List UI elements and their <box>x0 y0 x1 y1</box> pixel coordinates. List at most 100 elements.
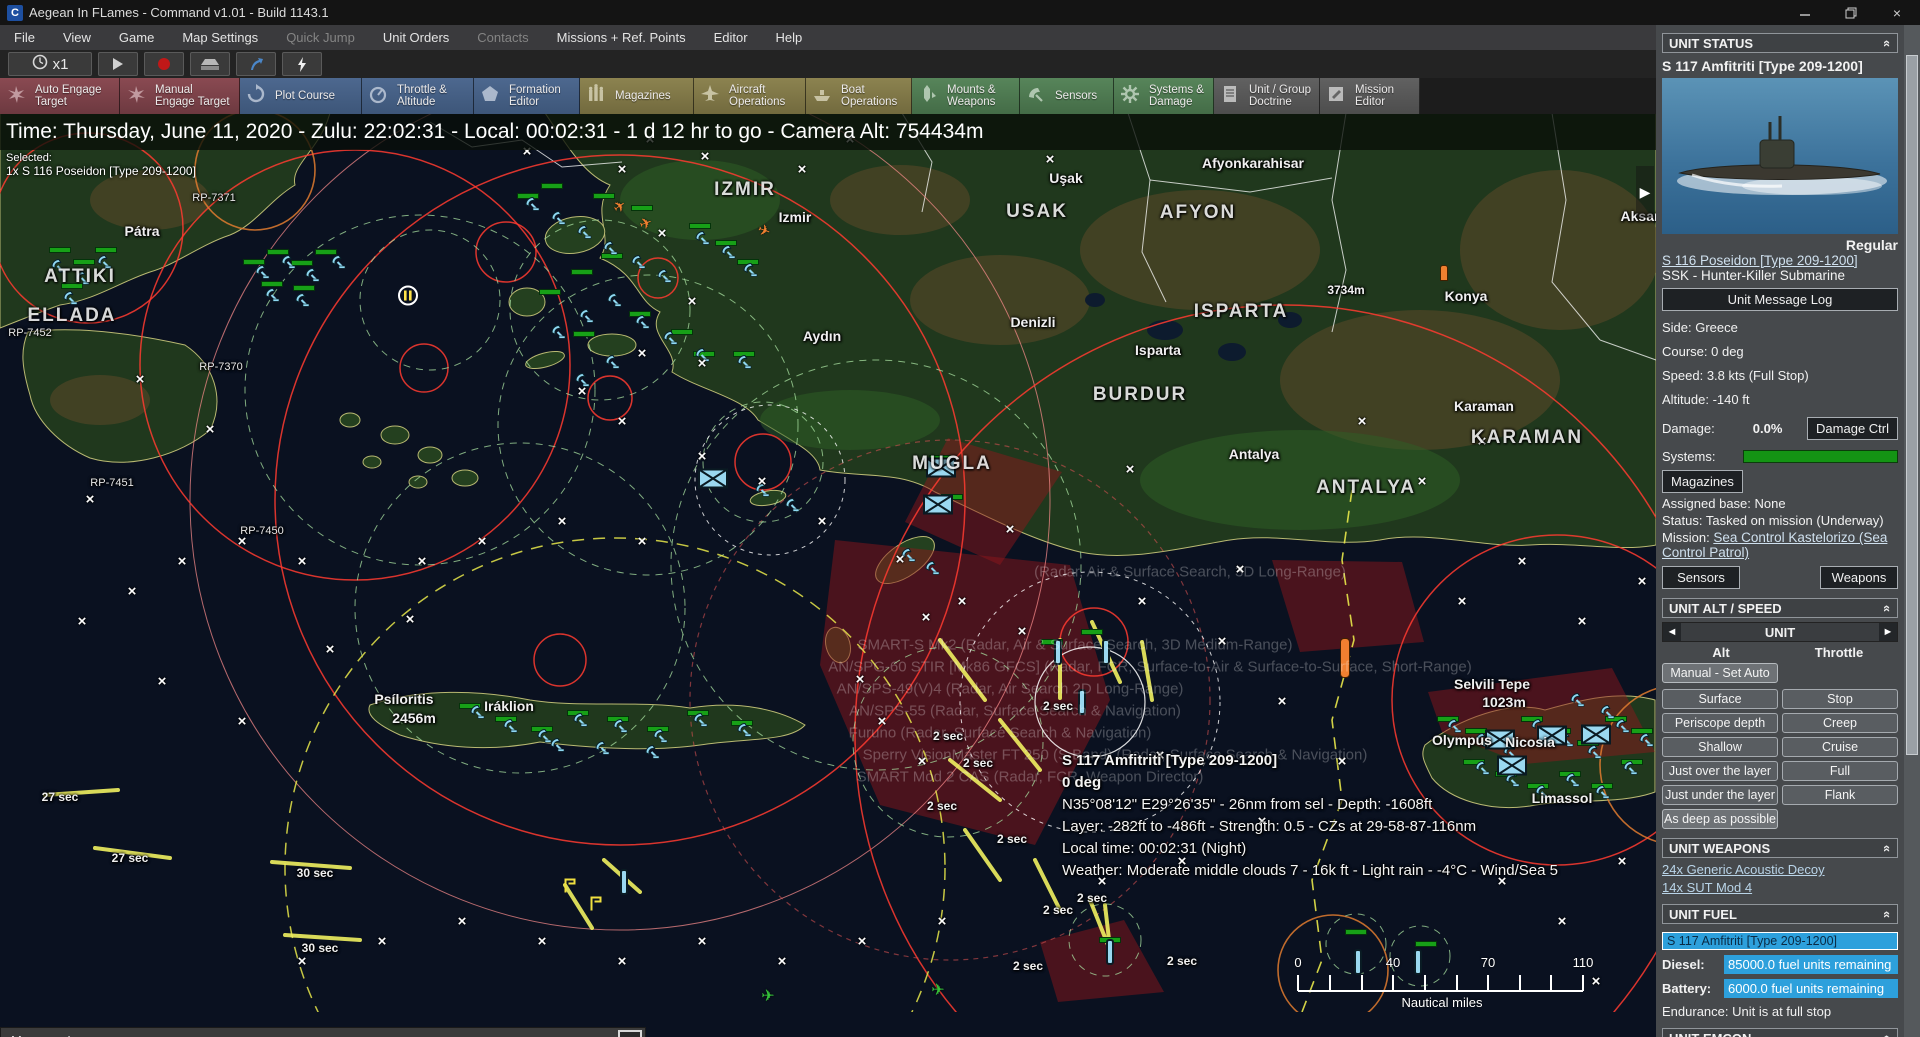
toolbar-aircraft-operations-button[interactable]: AircraftOperations <box>694 78 806 114</box>
toolbar-manual-engage-target-button[interactable]: ManualEngage Target <box>120 78 240 114</box>
jump-arrow-button[interactable] <box>236 52 276 76</box>
unit-message-log-button[interactable]: Unit Message Log <box>1662 288 1898 311</box>
alt-button-periscope-depth[interactable]: Periscope depth <box>1662 713 1778 733</box>
map-label: BURDUR <box>1093 384 1187 406</box>
unit-altitude: Altitude: -140 ft <box>1662 392 1898 407</box>
map-label: Selvili Tepe <box>1454 676 1530 692</box>
toolbar-formation-editor-button[interactable]: FormationEditor <box>474 78 580 114</box>
menu-item-missions-ref-points[interactable]: Missions + Ref. Points <box>543 25 700 50</box>
manual-set-auto-button[interactable]: Manual - Set Auto <box>1662 663 1778 683</box>
systems-health-bar <box>1743 450 1898 463</box>
toolbar-magazines-button[interactable]: Magazines <box>580 78 694 114</box>
unit-class: SSK - Hunter-Killer Submarine <box>1662 268 1898 283</box>
alt-speed-header[interactable]: UNIT ALT / SPEED « <box>1662 598 1898 618</box>
alt-button-just-over-the-layer[interactable]: Just over the layer <box>1662 761 1778 781</box>
alt-button-as-deep-as-possible[interactable]: As deep as possible <box>1662 809 1778 829</box>
throttle-button-creep[interactable]: Creep <box>1782 713 1898 733</box>
weapon-link[interactable]: 24x Generic Acoustic Decoy <box>1662 862 1898 877</box>
fuel-rows: Diesel:85000.0 fuel units remainingBatte… <box>1662 955 1898 998</box>
map-label: Iráklion <box>484 698 534 714</box>
selection-readout: Selected: 1x S 116 Poseidon [Type 209-12… <box>6 152 196 178</box>
map-label: RP-7452 <box>8 327 51 339</box>
fuel-selected-unit[interactable]: S 117 Amfitriti [Type 209-1200] <box>1662 932 1898 950</box>
next-unit-arrow[interactable]: ► <box>1879 623 1897 641</box>
collapse-chevron-icon: « <box>1880 910 1895 917</box>
fuel-type-label: Diesel: <box>1662 955 1724 974</box>
play-button[interactable] <box>98 52 138 76</box>
quick-toolbar: x1 <box>0 50 1656 78</box>
scale-tick-label: 110 <box>1573 955 1594 970</box>
toolbar-mounts-weapons-button[interactable]: Mounts &Weapons <box>912 78 1020 114</box>
weapon-links: 24x Generic Acoustic Decoy 14x SUT Mod 4 <box>1662 862 1898 895</box>
menu-item-unit-orders[interactable]: Unit Orders <box>369 25 463 50</box>
mission-icon <box>1326 84 1350 109</box>
restore-button[interactable] <box>1828 0 1874 25</box>
scrollbar-thumb[interactable] <box>1906 55 1918 755</box>
assigned-base: Assigned base: None <box>1662 496 1898 511</box>
throttle-button-cruise[interactable]: Cruise <box>1782 737 1898 757</box>
tooltip-line: Weather: Moderate middle clouds 7 - 16k … <box>1062 860 1558 882</box>
lightning-button[interactable] <box>282 52 322 76</box>
time-compression-button[interactable]: x1 <box>8 52 92 76</box>
unit-status-header-label: UNIT STATUS <box>1669 36 1753 51</box>
clock-icon <box>32 54 48 74</box>
toolbar-boat-operations-button[interactable]: BoatOperations <box>806 78 912 114</box>
map-label: USAK <box>1006 201 1068 223</box>
weapons-button[interactable]: Weapons <box>1820 566 1898 589</box>
sidebar-collapse-arrow[interactable]: ▶ <box>1636 166 1654 218</box>
sensors-button[interactable]: Sensors <box>1662 566 1740 589</box>
magazines-button[interactable]: Magazines <box>1662 470 1743 493</box>
unit-emcon-header[interactable]: UNIT EMCON « <box>1662 1028 1898 1037</box>
throttle-button-flank[interactable]: Flank <box>1782 785 1898 805</box>
minimize-button[interactable] <box>1782 0 1828 25</box>
weapon-link[interactable]: 14x SUT Mod 4 <box>1662 880 1898 895</box>
selected-unit-link[interactable]: S 116 Poseidon [Type 209-1200] <box>1662 253 1858 268</box>
unit-emcon-header-label: UNIT EMCON <box>1669 1031 1751 1037</box>
menu-item-file[interactable]: File <box>0 25 49 50</box>
toolbar-systems-damage-button[interactable]: Systems &Damage <box>1114 78 1214 114</box>
alt-button-just-under-the-layer[interactable]: Just under the layer <box>1662 785 1778 805</box>
alt-button-shallow[interactable]: Shallow <box>1662 737 1778 757</box>
close-button[interactable]: × <box>1874 0 1920 25</box>
unit-photo <box>1662 78 1898 234</box>
alt-button-surface[interactable]: Surface <box>1662 689 1778 709</box>
tooltip-line: 0 deg <box>1062 772 1558 794</box>
message-log-bar[interactable]: Message Log ↑ <box>0 1027 646 1037</box>
unit-weapons-header[interactable]: UNIT WEAPONS « <box>1662 838 1898 858</box>
toolbar-mission-editor-button[interactable]: MissionEditor <box>1320 78 1420 114</box>
throttle-button-stop[interactable]: Stop <box>1782 689 1898 709</box>
toolbar-auto-engage-target-button[interactable]: Auto EngageTarget <box>0 78 120 114</box>
time-status-bar: Time: Thursday, June 11, 2020 - Zulu: 22… <box>0 114 1656 150</box>
toolbar-sensors-button[interactable]: Sensors <box>1020 78 1114 114</box>
unit-mission: Mission: Sea Control Kastelorizo (Sea Co… <box>1662 530 1898 560</box>
terrain-view-button[interactable] <box>190 52 230 76</box>
unit-fuel-header[interactable]: UNIT FUEL « <box>1662 904 1898 924</box>
toolbar-throttle-altitude-button[interactable]: Throttle &Altitude <box>362 78 474 114</box>
record-button[interactable] <box>144 52 184 76</box>
menu-item-editor[interactable]: Editor <box>700 25 762 50</box>
prev-unit-arrow[interactable]: ◄ <box>1663 623 1681 641</box>
toolbar-plot-course-button[interactable]: Plot Course <box>240 78 362 114</box>
tooltip-line: N35°08'12" E29°26'35" - 26nm from sel - … <box>1062 794 1558 816</box>
message-log-expand-button[interactable]: ↑ <box>618 1030 642 1037</box>
map-label: Pátra <box>124 223 159 239</box>
alt-throttle-grid: SurfaceStopPeriscope depthCreepShallowCr… <box>1662 689 1898 829</box>
throttle-button-full[interactable]: Full <box>1782 761 1898 781</box>
unit-selector: ◄ UNIT ► <box>1662 622 1898 642</box>
menu-item-view[interactable]: View <box>49 25 105 50</box>
toolbar-unit-group-doctrine-button[interactable]: Unit / GroupDoctrine <box>1214 78 1320 114</box>
unit-status-header[interactable]: UNIT STATUS « <box>1662 33 1898 53</box>
sidebar-scrollbar[interactable]: ▼ <box>1904 25 1920 1037</box>
map-viewport[interactable]: ××××××××××××××××××××××××××××××××××××××××… <box>0 114 1656 1037</box>
map-label: 27 sec <box>42 790 79 804</box>
toolbar-button-label: Mounts &Weapons <box>947 84 996 108</box>
menu-item-help[interactable]: Help <box>762 25 817 50</box>
formation-icon <box>480 84 504 109</box>
scale-tick-label: 40 <box>1386 955 1400 970</box>
menu-item-game[interactable]: Game <box>105 25 168 50</box>
damage-ctrl-button[interactable]: Damage Ctrl <box>1807 417 1898 440</box>
menu-item-map-settings[interactable]: Map Settings <box>168 25 272 50</box>
toolbar-button-label: AircraftOperations <box>729 84 785 108</box>
map-label: Olympus <box>1432 732 1492 748</box>
map-label: 2 sec <box>1167 954 1197 968</box>
